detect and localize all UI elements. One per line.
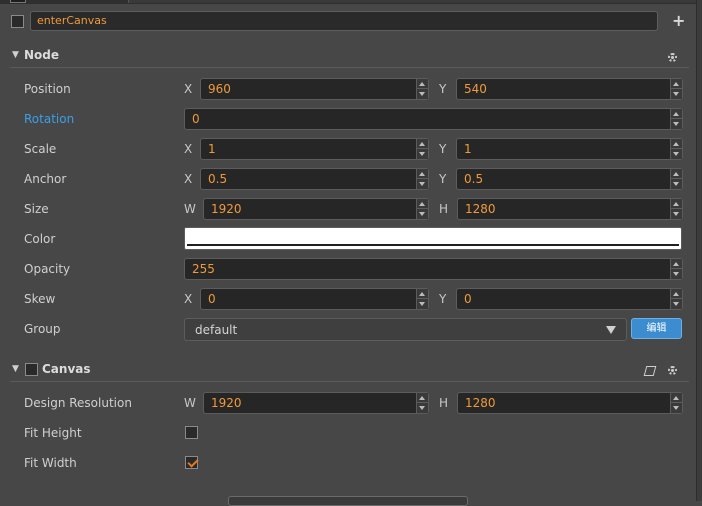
design-resolution-h-axis: H [439,396,449,410]
anchor-y-value: 0.5 [464,172,484,186]
gear-icon[interactable] [668,366,677,375]
tab-icon [10,0,26,3]
color-swatch[interactable] [184,227,682,250]
top-tab-strip [0,0,702,4]
design-resolution-label: Design Resolution [24,396,132,410]
rotation-stepper[interactable] [670,109,682,129]
anchor-x-field[interactable]: 0.5 [200,168,429,190]
anchor-y-field[interactable]: 0.5 [456,168,683,190]
skew-y-value: 0 [464,292,472,306]
size-w-stepper[interactable] [416,199,428,219]
section-divider [10,381,689,382]
color-label: Color [24,232,56,246]
skew-y-axis: Y [439,292,447,306]
scale-x-axis: X [184,142,193,156]
skew-x-axis: X [184,292,193,306]
collapse-arrow-icon[interactable]: ▼ [12,364,19,374]
node-active-checkbox[interactable] [11,15,24,28]
opacity-value: 255 [192,262,215,276]
edit-group-button[interactable]: 编辑 [631,318,682,339]
skew-label: Skew [24,292,56,306]
position-x-axis: X [184,82,193,96]
scale-y-stepper[interactable] [670,139,682,159]
design-resolution-w-value: 1920 [211,396,242,410]
scale-x-field[interactable]: 1 [200,138,429,160]
collapse-arrow-icon[interactable]: ▼ [12,50,19,60]
design-resolution-w-field[interactable]: 1920 [203,392,429,414]
design-resolution-h-value: 1280 [465,396,496,410]
scale-x-stepper[interactable] [416,139,428,159]
position-y-field[interactable]: 540 [456,78,683,100]
scale-y-value: 1 [464,142,472,156]
canvas-section-header[interactable]: ▼ Canvas [0,360,697,382]
scale-y-axis: Y [439,142,447,156]
fit-width-checkbox[interactable] [185,456,199,469]
skew-x-stepper[interactable] [416,289,428,309]
section-divider [10,67,689,68]
size-h-axis: H [439,202,449,216]
design-resolution-h-stepper[interactable] [670,393,682,413]
canvas-section-title: Canvas [42,362,91,376]
size-h-field[interactable]: 1280 [457,198,683,220]
skew-x-field[interactable]: 0 [200,288,429,310]
size-label: Size [24,202,49,216]
scale-y-field[interactable]: 1 [456,138,683,160]
anchor-y-stepper[interactable] [670,169,682,189]
size-h-value: 1280 [465,202,496,216]
rotation-label[interactable]: Rotation [24,112,74,126]
chevron-down-icon [606,326,616,334]
scrollbar[interactable] [696,0,702,501]
design-resolution-w-stepper[interactable] [416,393,428,413]
size-w-axis: W [184,202,196,216]
tab-edge [128,0,702,3]
add-component-button-edge[interactable] [228,496,468,506]
size-w-field[interactable]: 1920 [203,198,429,220]
skew-y-field[interactable]: 0 [456,288,683,310]
position-label: Position [24,82,71,96]
fit-height-label: Fit Height [24,426,82,440]
design-resolution-w-axis: W [184,396,196,410]
rotation-field[interactable]: 0 [184,108,683,130]
size-w-value: 1920 [211,202,242,216]
scale-x-value: 1 [208,142,216,156]
add-component-icon[interactable]: + [672,12,685,30]
anchor-x-axis: X [184,172,193,186]
opacity-stepper[interactable] [670,259,682,279]
position-x-stepper[interactable] [416,79,428,99]
anchor-x-stepper[interactable] [416,169,428,189]
node-name-input[interactable]: enterCanvas [30,11,658,31]
position-x-field[interactable]: 960 [200,78,429,100]
fit-height-checkbox[interactable] [185,426,198,439]
help-doc-icon[interactable] [643,366,657,376]
skew-x-value: 0 [208,292,216,306]
design-resolution-h-field[interactable]: 1280 [457,392,683,414]
canvas-enabled-checkbox[interactable] [25,363,38,376]
opacity-field[interactable]: 255 [184,258,683,280]
position-y-stepper[interactable] [670,79,682,99]
fit-width-label: Fit Width [24,456,77,470]
skew-y-stepper[interactable] [670,289,682,309]
scale-label: Scale [24,142,57,156]
node-section-header[interactable]: ▼ Node [0,46,697,68]
position-y-value: 540 [464,82,487,96]
rotation-value: 0 [192,112,200,126]
group-select[interactable]: default [184,318,627,341]
anchor-x-value: 0.5 [208,172,228,186]
position-y-axis: Y [439,82,447,96]
group-label: Group [24,322,61,336]
anchor-y-axis: Y [439,172,447,186]
group-value: default [195,323,238,337]
alpha-bar [187,244,679,246]
checkmark-icon [187,456,199,468]
size-h-stepper[interactable] [670,199,682,219]
gear-icon[interactable] [668,53,677,62]
node-section-title: Node [24,48,60,62]
anchor-label: Anchor [24,172,67,186]
position-x-value: 960 [208,82,231,96]
opacity-label: Opacity [24,262,71,276]
